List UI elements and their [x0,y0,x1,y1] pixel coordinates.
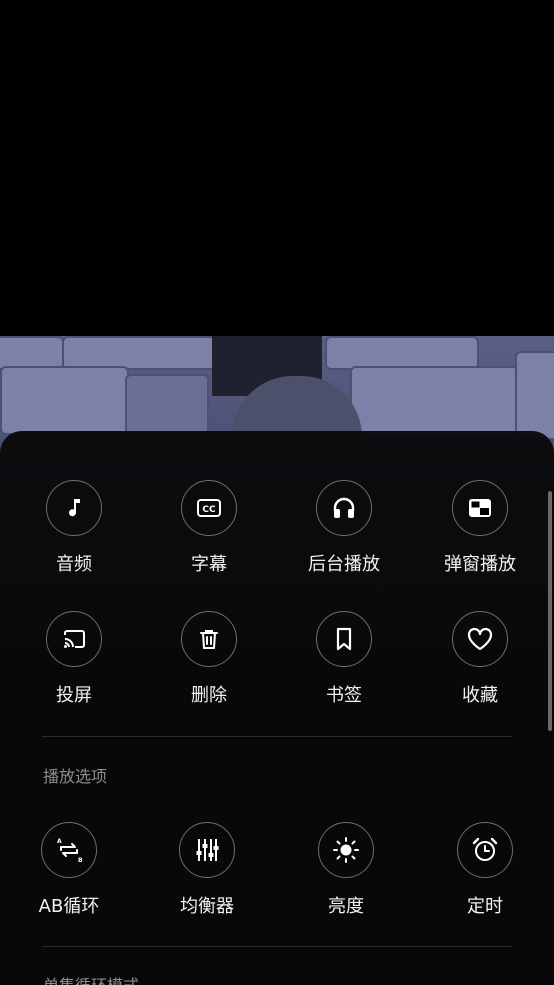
alarm-clock-icon [471,836,499,864]
ab-repeat-button[interactable]: AB AB循环 [9,822,129,918]
picture-in-picture-icon [467,496,493,520]
divider [42,946,512,947]
video-stone [350,366,519,440]
svg-text:CC: CC [202,505,216,515]
ab-repeat-icon: AB [54,836,84,864]
equalizer-label: 均衡器 [180,896,234,917]
svg-text:A: A [57,838,62,845]
bookmark-icon [332,626,356,652]
bookmark-icon-ring [316,611,372,667]
video-stone [0,336,64,370]
divider [42,736,512,737]
popup-play-label: 弹窗播放 [444,554,516,575]
video-stone [125,374,209,436]
brightness-icon [332,836,360,864]
music-note-icon [62,496,86,520]
video-stone [0,366,129,435]
sleep-timer-icon-ring [457,822,513,878]
headphones-icon [331,495,357,521]
bookmark-button[interactable]: 书签 [284,611,404,707]
audio-button[interactable]: 音频 [14,480,134,576]
delete-label: 删除 [191,685,227,706]
video-stone [325,336,479,370]
brightness-button[interactable]: 亮度 [286,822,406,918]
closed-caption-icon: CC [196,496,222,520]
bookmark-label: 书签 [326,685,362,706]
cast-icon [61,627,87,651]
sleep-timer-button[interactable]: 定时 [425,822,545,918]
background-play-icon-ring [316,480,372,536]
brightness-icon-ring [318,822,374,878]
scrollbar[interactable] [548,491,552,731]
equalizer-icon-ring [179,822,235,878]
subtitle-button[interactable]: CC 字幕 [149,480,269,576]
video-stone [62,336,216,370]
ab-repeat-icon-ring: AB [41,822,97,878]
svg-text:B: B [78,857,83,864]
equalizer-icon [193,836,221,864]
loop-mode-title: 单集循环模式 [43,972,139,985]
cast-button[interactable]: 投屏 [14,611,134,707]
favorite-label: 收藏 [462,685,498,706]
background-play-label: 后台播放 [308,554,380,575]
popup-play-button[interactable]: 弹窗播放 [420,480,540,576]
playback-options-title: 播放选项 [43,767,108,786]
subtitle-label: 字幕 [191,554,227,575]
subtitle-icon-ring: CC [181,480,237,536]
delete-icon-ring [181,611,237,667]
more-options-sheet: 音频 CC 字幕 后台播放 弹窗播放 投屏 删除 书签 收藏 播放选项 A B … [0,431,554,985]
cast-label: 投屏 [56,685,92,706]
ab-repeat-label: AB循环 [38,896,100,917]
delete-button[interactable]: 删除 [149,611,269,707]
popup-play-icon-ring [452,480,508,536]
video-stone [515,351,554,440]
cast-icon-ring [46,611,102,667]
favorite-icon-ring [452,611,508,667]
brightness-label: 亮度 [328,896,364,917]
audio-icon-ring [46,480,102,536]
equalizer-button[interactable]: 均衡器 [147,822,267,918]
background-play-button[interactable]: 后台播放 [284,480,404,576]
sleep-timer-label: 定时 [467,896,503,917]
heart-icon [466,626,494,652]
audio-label: 音频 [56,554,92,575]
favorite-button[interactable]: 收藏 [420,611,540,707]
trash-icon [197,627,221,651]
